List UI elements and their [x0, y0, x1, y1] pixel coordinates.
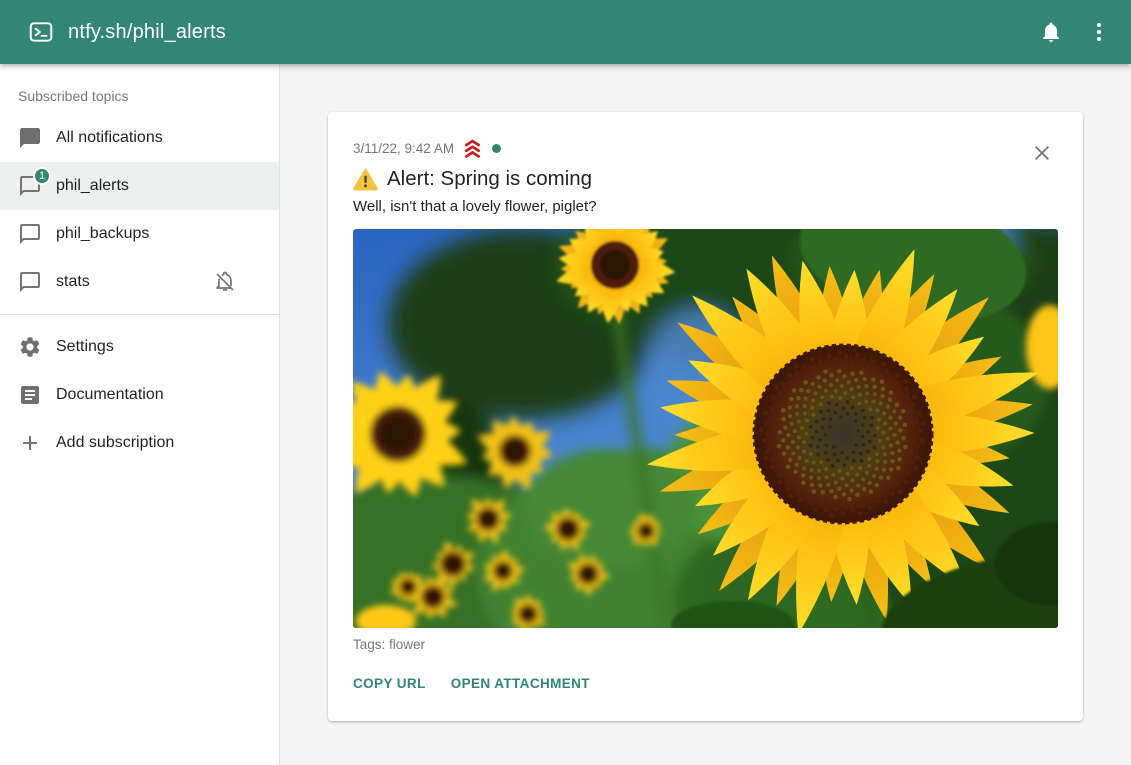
attachment-image[interactable]	[353, 229, 1058, 628]
sidebar: Subscribed topics All notifications 1 ph…	[0, 64, 280, 765]
bell-off-icon	[213, 270, 237, 294]
notification-timestamp: 3/11/22, 9:42 AM	[353, 141, 454, 156]
sidebar-item-phil-alerts[interactable]: 1 phil_alerts	[0, 162, 279, 210]
priority-max-icon	[462, 138, 483, 159]
copy-url-button[interactable]: COPY URL	[353, 668, 426, 699]
sidebar-item-all-notifications[interactable]: All notifications	[0, 114, 279, 162]
chat-bubble-outline-icon	[18, 270, 42, 294]
unread-dot-icon	[492, 144, 501, 153]
plus-icon	[18, 431, 42, 455]
sidebar-item-documentation[interactable]: Documentation	[0, 371, 279, 419]
app-title: ntfy.sh/phil_alerts	[68, 21, 226, 44]
terminal-logo-icon	[28, 19, 54, 45]
gear-icon	[18, 335, 42, 359]
notification-title: Alert: Spring is coming	[353, 167, 1058, 191]
chat-bubble-filled-icon	[18, 126, 42, 150]
notification-body: Well, isn't that a lovely flower, piglet…	[353, 198, 1058, 215]
close-notification-button[interactable]	[1025, 136, 1059, 170]
sidebar-item-add-subscription[interactable]: Add subscription	[0, 419, 279, 467]
unread-count-badge: 1	[33, 167, 51, 185]
sidebar-item-phil-backups[interactable]: phil_backups	[0, 210, 279, 258]
sunflower-photo	[353, 229, 1058, 628]
sidebar-item-stats[interactable]: stats	[0, 258, 279, 306]
sidebar-item-label: All notifications	[56, 129, 263, 147]
notifications-bell-button[interactable]	[1027, 8, 1075, 56]
sidebar-item-label: stats	[56, 273, 199, 291]
chat-bubble-outline-icon: 1	[18, 174, 42, 198]
appbar: ntfy.sh/phil_alerts	[0, 0, 1131, 64]
kebab-menu-icon	[1087, 20, 1111, 44]
sidebar-item-label: phil_alerts	[56, 177, 263, 195]
warning-emoji-icon	[353, 168, 378, 191]
sidebar-divider	[0, 314, 279, 315]
open-attachment-button[interactable]: OPEN ATTACHMENT	[451, 668, 590, 699]
sidebar-item-settings[interactable]: Settings	[0, 323, 279, 371]
close-icon	[1031, 142, 1053, 164]
notification-tags: Tags: flower	[353, 637, 1058, 652]
notification-card: 3/11/22, 9:42 AM	[328, 112, 1083, 721]
sidebar-item-label: phil_backups	[56, 225, 263, 243]
chat-bubble-outline-icon	[18, 222, 42, 246]
bell-icon	[1039, 20, 1063, 44]
notification-title-text: Alert: Spring is coming	[387, 167, 592, 191]
subscribed-topics-label: Subscribed topics	[0, 76, 279, 114]
sidebar-item-label: Add subscription	[56, 434, 263, 452]
main-content: 3/11/22, 9:42 AM	[280, 64, 1131, 765]
sidebar-item-label: Settings	[56, 338, 263, 356]
sidebar-item-label: Documentation	[56, 386, 263, 404]
article-icon	[18, 383, 42, 407]
overflow-menu-button[interactable]	[1075, 8, 1123, 56]
